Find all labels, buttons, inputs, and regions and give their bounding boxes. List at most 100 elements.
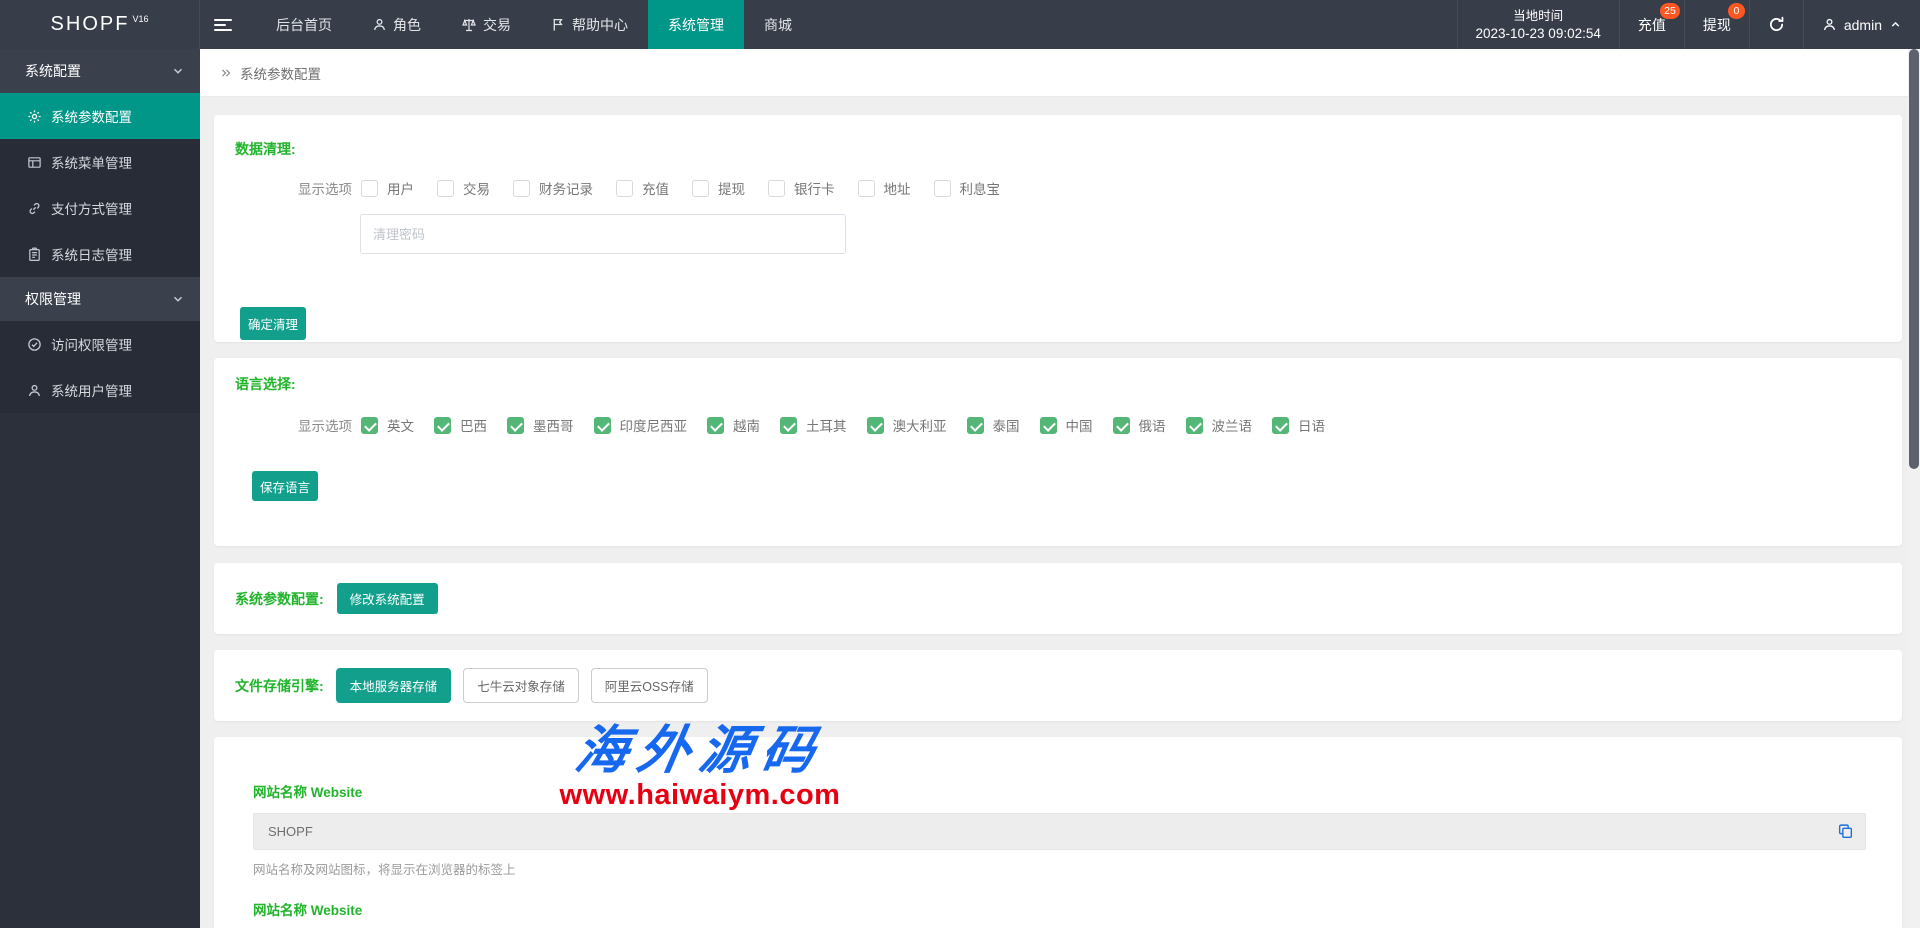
- data-clean-panel: 数据清理: 显示选项 用户交易财务记录充值提现银行卡地址利息宝 确定清理: [214, 115, 1902, 342]
- checkbox-checked-icon[interactable]: [707, 417, 724, 434]
- data-clean-option[interactable]: 银行卡: [768, 178, 835, 198]
- storage-engine-title: 文件存储引擎:: [235, 676, 324, 696]
- data-clean-title: 数据清理:: [214, 115, 1902, 159]
- chevron-up-icon: [1889, 18, 1902, 31]
- checkbox-checked-icon[interactable]: [507, 417, 524, 434]
- nav-item-roles[interactable]: 角色: [352, 0, 441, 49]
- storage-aliyun-oss-button[interactable]: 阿里云OSS存储: [591, 668, 708, 703]
- scrollbar-thumb[interactable]: [1909, 49, 1919, 469]
- withdraw-button[interactable]: 提现 0: [1684, 0, 1749, 49]
- withdraw-badge: 0: [1728, 3, 1745, 19]
- language-option[interactable]: 日语: [1272, 415, 1325, 435]
- language-options-row: 显示选项 英文巴西墨西哥印度尼西亚越南土耳其澳大利亚泰国中国俄语波兰语日语: [298, 415, 1902, 435]
- copy-icon[interactable]: [1837, 823, 1854, 840]
- nav-item-help-center[interactable]: 帮助中心: [531, 0, 648, 49]
- data-clean-option[interactable]: 财务记录: [513, 178, 593, 198]
- recharge-badge: 25: [1660, 3, 1680, 19]
- language-option[interactable]: 印度尼西亚: [594, 415, 688, 435]
- sidebar-item-payment-methods[interactable]: 支付方式管理: [0, 185, 200, 231]
- person-icon: [27, 383, 42, 398]
- checkbox-checked-icon[interactable]: [594, 417, 611, 434]
- sidebar-group-permissions[interactable]: 权限管理: [0, 277, 200, 321]
- language-option[interactable]: 英文: [361, 415, 414, 435]
- main-content: 系统参数配置 数据清理: 显示选项 用户 交易 财务记录 充值 提现 银行卡 地址 利息宝 确…: [200, 49, 1908, 928]
- language-option[interactable]: 俄语: [1113, 415, 1166, 435]
- checkbox-checked-icon[interactable]: [1186, 417, 1203, 434]
- language-option[interactable]: 波兰语: [1186, 415, 1253, 435]
- checkbox-checked-icon[interactable]: [867, 417, 884, 434]
- checkbox-unchecked-icon[interactable]: [616, 180, 633, 197]
- confirm-clean-button[interactable]: 确定清理: [240, 307, 306, 340]
- options-label: 显示选项: [298, 415, 352, 435]
- sidebar-toggle-icon[interactable]: [200, 0, 246, 49]
- language-option[interactable]: 泰国: [967, 415, 1020, 435]
- sidebar-item-access-permissions[interactable]: 访问权限管理: [0, 321, 200, 367]
- refresh-icon: [1768, 16, 1785, 33]
- system-params-title: 系统参数配置:: [235, 589, 324, 609]
- checkbox-checked-icon[interactable]: [1040, 417, 1057, 434]
- recharge-label: 充值: [1638, 15, 1666, 35]
- data-clean-option[interactable]: 提现: [692, 178, 745, 198]
- navbar-right: 当地时间 2023-10-23 09:02:54 充值 25 提现 0 admi…: [1457, 0, 1920, 49]
- language-option[interactable]: 越南: [707, 415, 760, 435]
- nav-item-mall[interactable]: 商城: [744, 0, 812, 49]
- checkbox-checked-icon[interactable]: [967, 417, 984, 434]
- checkbox-checked-icon[interactable]: [434, 417, 451, 434]
- flag-icon: [551, 17, 566, 32]
- breadcrumb: 系统参数配置: [200, 49, 1908, 97]
- data-clean-option[interactable]: 交易: [437, 178, 490, 198]
- top-navbar: SHOPF V16 后台首页角色交易帮助中心系统管理商城 当地时间 2023-1…: [0, 0, 1920, 49]
- website-name-label: 网站名称 Website: [253, 781, 1902, 801]
- storage-qiniu-object-button[interactable]: 七牛云对象存储: [463, 668, 579, 703]
- data-clean-option[interactable]: 用户: [361, 178, 414, 198]
- refresh-button[interactable]: [1749, 0, 1803, 49]
- checkbox-unchecked-icon[interactable]: [858, 180, 875, 197]
- language-option[interactable]: 墨西哥: [507, 415, 574, 435]
- website-name-hint: 网站名称及网站图标，将显示在浏览器的标签上: [253, 859, 1902, 878]
- checkbox-checked-icon[interactable]: [780, 417, 797, 434]
- nav-item-dashboard[interactable]: 后台首页: [256, 0, 352, 49]
- local-time: 当地时间 2023-10-23 09:02:54: [1457, 0, 1619, 49]
- withdraw-label: 提现: [1703, 15, 1731, 35]
- sidebar-item-system-params[interactable]: 系统参数配置: [0, 93, 200, 139]
- save-language-button[interactable]: 保存语言: [252, 471, 318, 501]
- vertical-scrollbar[interactable]: [1908, 49, 1920, 928]
- language-option[interactable]: 澳大利亚: [867, 415, 947, 435]
- clipboard-icon: [27, 247, 42, 262]
- checkbox-unchecked-icon[interactable]: [437, 180, 454, 197]
- language-option[interactable]: 中国: [1040, 415, 1093, 435]
- checkbox-unchecked-icon[interactable]: [934, 180, 951, 197]
- user-menu[interactable]: admin: [1803, 0, 1920, 49]
- storage-local-server-button[interactable]: 本地服务器存储: [336, 668, 452, 703]
- language-panel: 语言选择: 显示选项 英文巴西墨西哥印度尼西亚越南土耳其澳大利亚泰国中国俄语波兰…: [214, 358, 1902, 546]
- checkbox-checked-icon[interactable]: [1113, 417, 1130, 434]
- user-icon: [1822, 17, 1837, 32]
- chevron-down-icon: [171, 292, 185, 306]
- checkbox-unchecked-icon[interactable]: [361, 180, 378, 197]
- checkbox-unchecked-icon[interactable]: [513, 180, 530, 197]
- nav-item-trade[interactable]: 交易: [441, 0, 531, 49]
- data-clean-option[interactable]: 利息宝: [934, 178, 1001, 198]
- clean-password-input[interactable]: [360, 214, 846, 254]
- sidebar-group-system-config[interactable]: 系统配置: [0, 49, 200, 93]
- app-logo: SHOPF V16: [0, 0, 200, 49]
- checkbox-checked-icon[interactable]: [361, 417, 378, 434]
- checkbox-unchecked-icon[interactable]: [692, 180, 709, 197]
- content-area: 数据清理: 显示选项 用户 交易 财务记录 充值 提现 银行卡 地址 利息宝 确定清理 语言选…: [200, 97, 1908, 928]
- sidebar-item-system-menu[interactable]: 系统菜单管理: [0, 139, 200, 185]
- sidebar-item-system-logs[interactable]: 系统日志管理: [0, 231, 200, 277]
- menu-icon: [27, 155, 42, 170]
- nav-item-system-management[interactable]: 系统管理: [648, 0, 744, 49]
- website-name-field-1: 网站名称 Website 网站名称及网站图标，将显示在浏览器的标签上: [253, 781, 1902, 878]
- website-name-input[interactable]: [253, 813, 1866, 850]
- modify-system-config-button[interactable]: 修改系统配置: [337, 583, 438, 614]
- breadcrumb-text: 系统参数配置: [240, 63, 321, 83]
- data-clean-option[interactable]: 地址: [858, 178, 911, 198]
- sidebar-item-system-users[interactable]: 系统用户管理: [0, 367, 200, 413]
- recharge-button[interactable]: 充值 25: [1619, 0, 1684, 49]
- data-clean-option[interactable]: 充值: [616, 178, 669, 198]
- checkbox-checked-icon[interactable]: [1272, 417, 1289, 434]
- checkbox-unchecked-icon[interactable]: [768, 180, 785, 197]
- language-option[interactable]: 土耳其: [780, 415, 847, 435]
- language-option[interactable]: 巴西: [434, 415, 487, 435]
